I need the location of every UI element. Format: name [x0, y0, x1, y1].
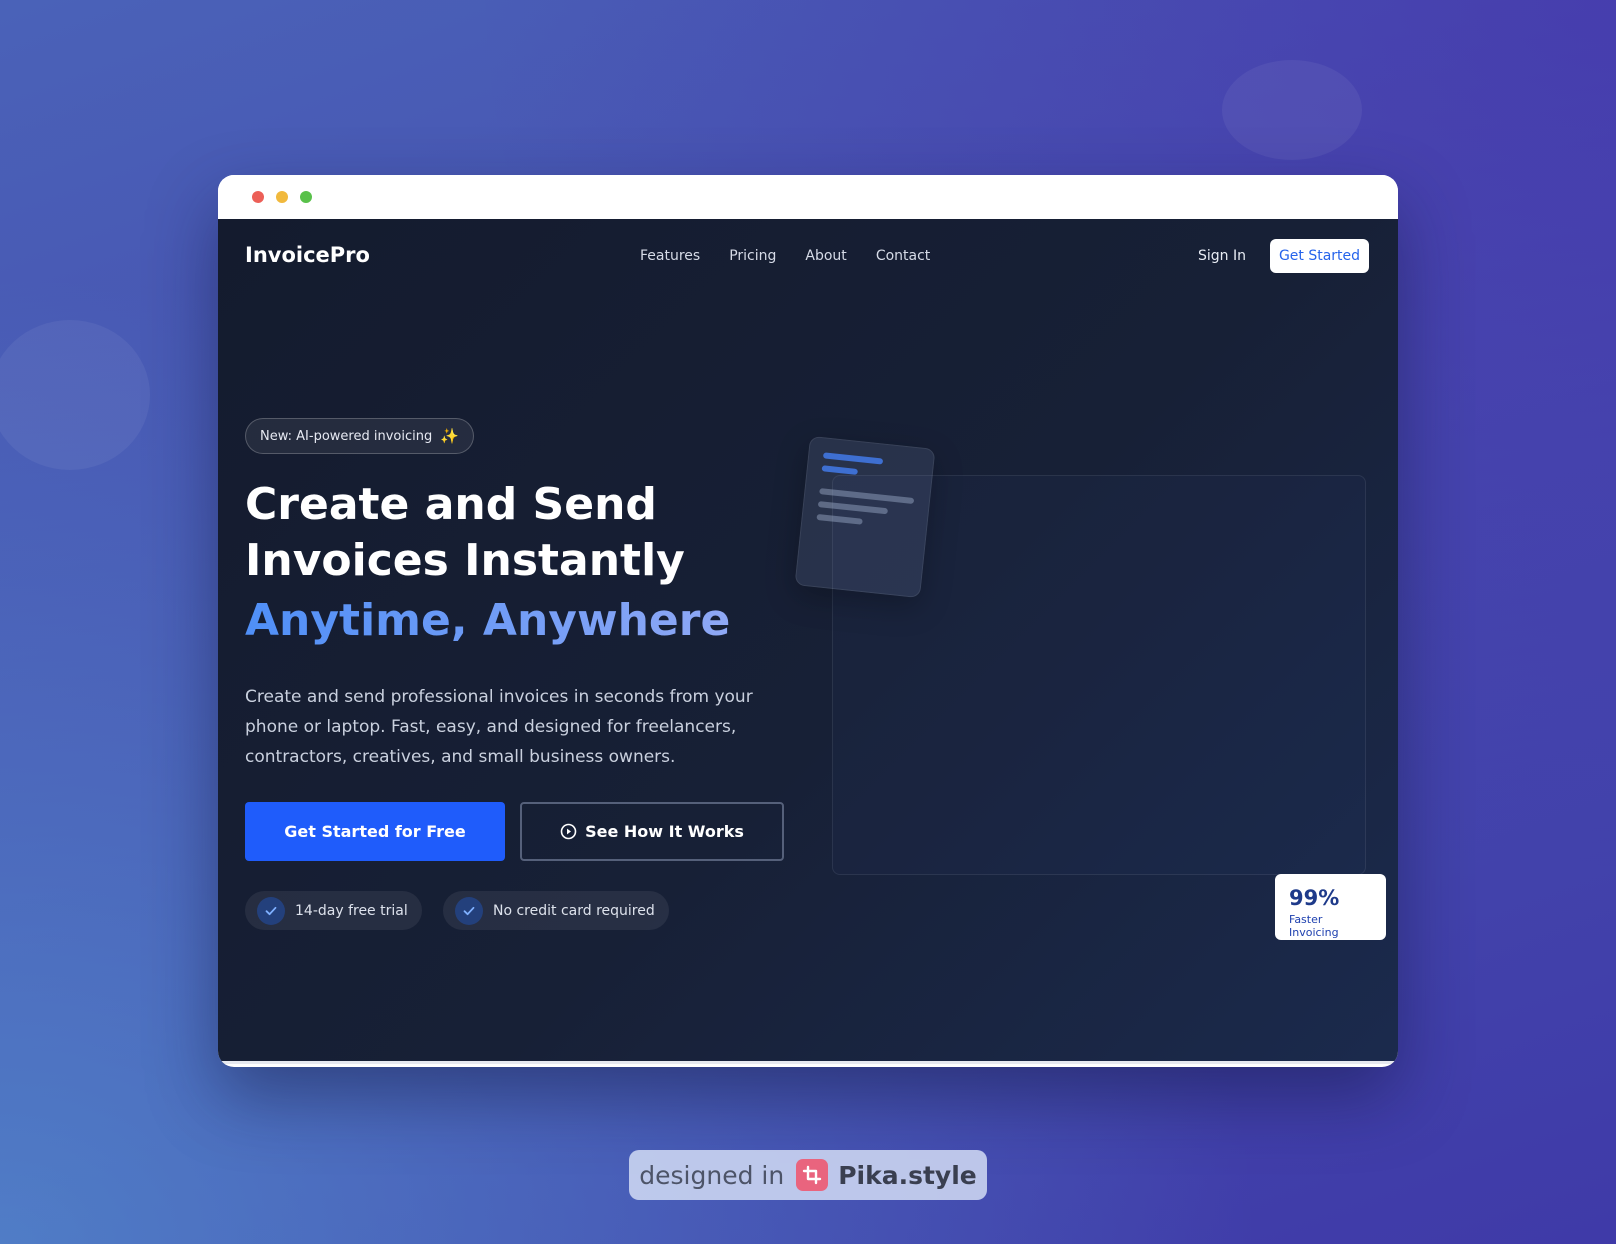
- pika-watermark[interactable]: designed in Pika.style: [629, 1150, 987, 1200]
- check-icon: [455, 896, 483, 925]
- watermark-brand: Pika.style: [838, 1160, 977, 1190]
- document-line: [817, 501, 889, 515]
- feature-pill-no-card: No credit card required: [443, 891, 669, 930]
- watermark-prefix: designed in: [639, 1160, 785, 1190]
- feature-pill-label: 14-day free trial: [295, 902, 408, 919]
- play-circle-icon: [560, 823, 577, 840]
- document-line: [816, 513, 863, 525]
- get-started-free-button[interactable]: Get Started for Free: [245, 802, 505, 861]
- document-line: [822, 452, 884, 465]
- nav-link-contact[interactable]: Contact: [876, 248, 930, 264]
- stat-value: 99%: [1289, 886, 1340, 910]
- background-blob: [1222, 60, 1362, 160]
- minimize-window-button[interactable]: [276, 191, 288, 203]
- hero-title-accent: Anytime, Anywhere: [245, 593, 730, 649]
- nav-link-pricing[interactable]: Pricing: [729, 248, 776, 264]
- hero-subtitle: Create and send professional invoices in…: [245, 687, 753, 767]
- check-icon: [257, 896, 285, 925]
- get-started-button[interactable]: Get Started: [1270, 239, 1369, 273]
- announcement-badge[interactable]: New: AI-powered invoicing ✨: [245, 418, 474, 454]
- hero-title-line-2: Invoices Instantly: [245, 535, 685, 586]
- landing-page: InvoicePro Features Pricing About Contac…: [218, 219, 1398, 1064]
- stat-label: Faster Invoicing: [1289, 913, 1339, 939]
- feature-pill-label: No credit card required: [493, 902, 655, 919]
- badge-text: New: AI-powered invoicing: [260, 428, 433, 444]
- document-icon: [794, 435, 936, 599]
- sparkles-icon: ✨: [440, 427, 459, 445]
- feature-pill-trial: 14-day free trial: [245, 891, 422, 930]
- main-nav: Features Pricing About Contact: [640, 248, 930, 264]
- nav-link-features[interactable]: Features: [640, 248, 700, 264]
- hero-title: Create and Send Invoices Instantly: [245, 477, 845, 589]
- logo[interactable]: InvoicePro: [245, 243, 370, 267]
- stat-card: 99% Faster Invoicing: [1275, 874, 1386, 940]
- see-how-it-works-label: See How It Works: [585, 822, 744, 841]
- nav-link-about[interactable]: About: [805, 248, 846, 264]
- close-window-button[interactable]: [252, 191, 264, 203]
- window-titlebar: [218, 175, 1398, 219]
- page-bottom-edge: [218, 1061, 1398, 1064]
- hero-title-line-1: Create and Send: [245, 479, 657, 530]
- pika-logo-icon: [796, 1159, 829, 1191]
- document-line: [821, 465, 858, 475]
- see-how-it-works-button[interactable]: See How It Works: [520, 802, 784, 861]
- maximize-window-button[interactable]: [300, 191, 312, 203]
- sign-in-link[interactable]: Sign In: [1198, 248, 1246, 264]
- browser-window: InvoicePro Features Pricing About Contac…: [218, 175, 1398, 1067]
